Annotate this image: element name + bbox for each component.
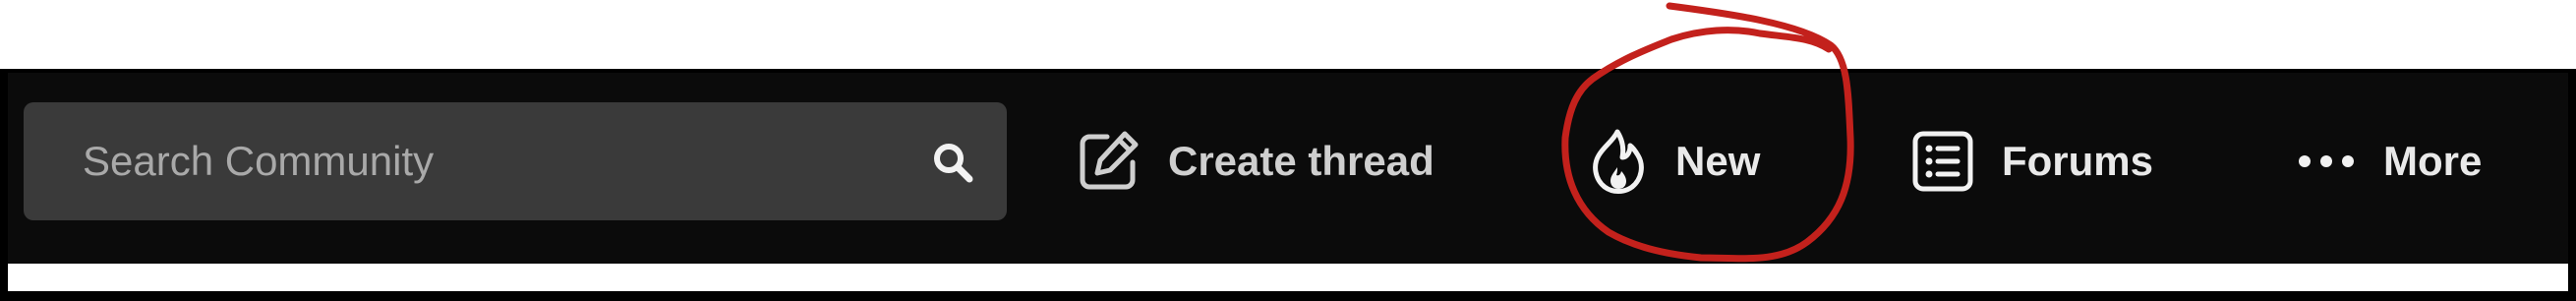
new-button[interactable]: New: [1587, 102, 1760, 220]
search-box[interactable]: [24, 102, 1007, 220]
new-label: New: [1675, 138, 1761, 184]
content-strip: [8, 264, 2568, 291]
create-thread-button[interactable]: Create thread: [1076, 102, 1434, 220]
page: Create thread New Forums: [0, 0, 2576, 301]
list-icon: [1912, 131, 1973, 192]
top-navbar: Create thread New Forums: [0, 69, 2576, 266]
pencil-square-icon: [1080, 131, 1139, 190]
more-label: More: [2383, 138, 2483, 184]
flame-icon: [1593, 129, 1644, 194]
search-input[interactable]: [24, 102, 889, 220]
more-button[interactable]: More: [2297, 102, 2482, 220]
forums-button[interactable]: Forums: [1911, 102, 2153, 220]
frame-border-right: [2568, 69, 2576, 301]
create-thread-label: Create thread: [1168, 138, 1434, 184]
ellipsis-icon: [2299, 155, 2354, 167]
frame-border-left: [0, 69, 8, 301]
forums-label: Forums: [2002, 138, 2154, 184]
search-icon[interactable]: [930, 140, 975, 185]
frame-border-bottom: [0, 291, 2576, 301]
